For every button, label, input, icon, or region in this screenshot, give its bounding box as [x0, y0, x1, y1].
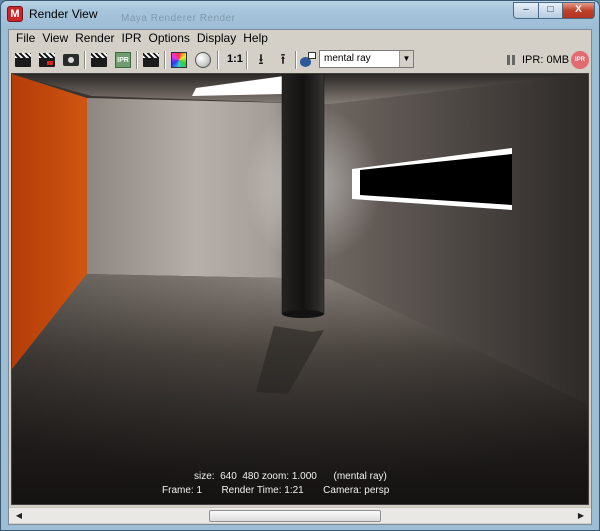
- display-alpha-icon[interactable]: [193, 50, 213, 70]
- snapshot-icon[interactable]: [61, 50, 81, 70]
- menu-help[interactable]: Help: [240, 30, 272, 47]
- keep-image-down-icon[interactable]: ⭳: [251, 50, 271, 70]
- menu-options[interactable]: Options: [146, 30, 194, 47]
- renderer-value: mental ray: [324, 53, 371, 64]
- rendered-image: [12, 74, 588, 504]
- render-view-window: M Render View Maya Renderer Render – □ X…: [0, 0, 600, 531]
- render-frame-info: Frame: 1 Render Time: 1:21 Camera: persp: [162, 485, 390, 496]
- menu-render[interactable]: Render: [72, 30, 118, 47]
- menu-file[interactable]: File: [13, 30, 39, 47]
- render-region-icon[interactable]: [37, 50, 57, 70]
- close-button[interactable]: X: [562, 2, 595, 19]
- render-size-info: size: 640 480 zoom: 1.000 (mental ray): [194, 471, 387, 482]
- toolbar-separator: [136, 51, 138, 69]
- teapot-icon[interactable]: [297, 50, 317, 70]
- title-bar[interactable]: M Render View Maya Renderer Render – □ X: [1, 1, 599, 29]
- background-window-title: Maya Renderer Render: [121, 13, 236, 24]
- menu-bar: File View Render IPR Options Display Hel…: [9, 30, 591, 47]
- pause-icon[interactable]: [507, 55, 515, 65]
- minimize-button[interactable]: –: [513, 2, 539, 19]
- maximize-button[interactable]: □: [538, 2, 563, 19]
- menu-view[interactable]: View: [39, 30, 72, 47]
- maya-app-icon: M: [7, 6, 23, 22]
- scroll-right-icon[interactable]: ▶: [573, 509, 589, 523]
- renderer-dropdown[interactable]: mental ray ▼: [319, 50, 414, 68]
- toolbar-separator: [164, 51, 166, 69]
- chevron-down-icon[interactable]: ▼: [399, 51, 413, 67]
- ipr-memory-label: IPR: 0MB: [522, 54, 570, 66]
- render-toolbar: IPR 1:1 ⭳ ⭱ mental ray ▼ IPR: 0MB IPR: [9, 48, 591, 72]
- render-view-panel: File View Render IPR Options Display Hel…: [8, 29, 592, 525]
- toolbar-separator: [217, 51, 219, 69]
- menu-ipr[interactable]: IPR: [119, 30, 146, 47]
- scroll-left-icon[interactable]: ◀: [11, 509, 27, 523]
- remove-image-up-icon[interactable]: ⭱: [273, 50, 293, 70]
- toolbar-separator: [246, 51, 248, 69]
- window-title: Render View: [29, 7, 98, 21]
- ipr-render-icon[interactable]: IPR: [113, 50, 133, 70]
- redo-render-icon[interactable]: [13, 50, 33, 70]
- toolbar-separator: [84, 51, 86, 69]
- menu-display[interactable]: Display: [194, 30, 240, 47]
- ipr-status-icon[interactable]: IPR: [571, 51, 589, 69]
- scrollbar-thumb[interactable]: [209, 510, 381, 522]
- render-image-viewport[interactable]: size: 640 480 zoom: 1.000 (mental ray) F…: [11, 73, 589, 505]
- keep-image-icon[interactable]: [141, 50, 161, 70]
- horizontal-scrollbar[interactable]: ◀ ▶: [9, 507, 591, 523]
- render-sequence-icon[interactable]: [89, 50, 109, 70]
- real-size-button[interactable]: 1:1: [227, 53, 243, 65]
- display-rgb-icon[interactable]: [169, 50, 189, 70]
